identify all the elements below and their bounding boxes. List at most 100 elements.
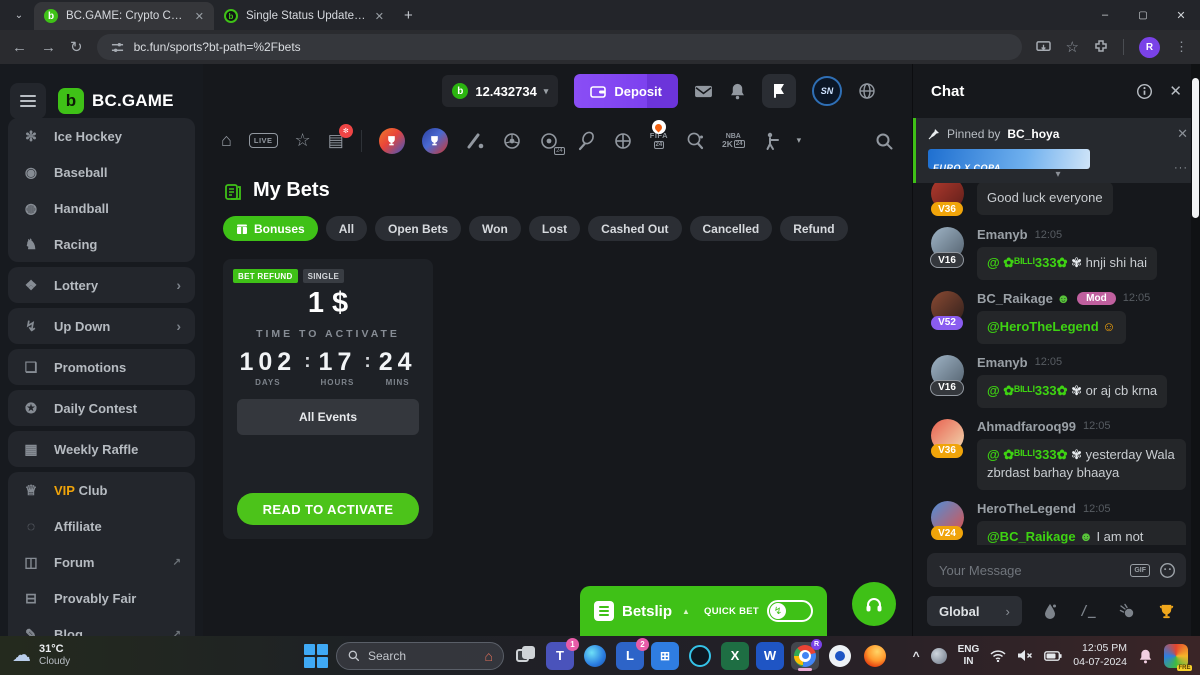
cricket-icon[interactable] <box>465 131 485 151</box>
pinned-more-icon[interactable]: ··· <box>1174 162 1188 174</box>
bcgame-logo[interactable]: b BC.GAME <box>58 88 174 114</box>
taskbar-weather-widget[interactable]: ☁ 31°CCloudy <box>0 643 82 668</box>
filter-bonuses[interactable]: Bonuses <box>223 216 318 241</box>
tray-chevron-icon[interactable]: ^ <box>913 649 920 663</box>
eye-app-icon[interactable] <box>826 642 854 670</box>
restore-button[interactable]: ▢ <box>1124 0 1162 30</box>
quick-bet-toggle[interactable]: ↯ <box>767 600 813 622</box>
copa-tournament-icon[interactable] <box>422 128 448 154</box>
trophy-icon[interactable] <box>1158 603 1175 620</box>
onedrive-icon[interactable] <box>931 648 947 664</box>
sidebar-item-lottery[interactable]: ❖Lottery› <box>8 267 195 303</box>
minimize-button[interactable]: – <box>1086 0 1124 30</box>
balance-selector[interactable]: b 12.432734 ▾ <box>442 75 558 107</box>
live-icon[interactable]: LIVE <box>249 133 278 148</box>
sidebar-item-weekly-raffle[interactable]: ▦Weekly Raffle <box>8 431 195 467</box>
filter-cashed-out[interactable]: Cashed Out <box>588 216 681 241</box>
reload-button[interactable]: ↻ <box>70 38 83 56</box>
firefox-app-icon[interactable] <box>861 642 889 670</box>
mention[interactable]: @ ✿ᴮᴵᴸᴸᴵ333✿ <box>987 255 1071 270</box>
chat-username[interactable]: BC_Raikage ☻ <box>977 291 1070 306</box>
mail-icon[interactable] <box>694 84 713 99</box>
sidebar-item-racing[interactable]: ♞Racing <box>8 226 195 262</box>
support-button[interactable] <box>852 582 896 626</box>
deposit-button[interactable]: Deposit <box>574 74 678 108</box>
pinned-message[interactable]: Pinned by BC_hoya ✕ EURO X COPA ··· ▾ <box>913 118 1200 183</box>
coco-meteor-icon[interactable] <box>1119 603 1135 619</box>
browser-menu-icon[interactable]: ⋮ <box>1175 39 1188 55</box>
store-app-icon[interactable]: ⊞ <box>651 642 679 670</box>
gif-icon[interactable]: GIF <box>1130 564 1150 577</box>
all-events-button[interactable]: All Events <box>237 399 419 435</box>
chrome-app-icon[interactable]: R <box>791 642 819 670</box>
mention[interactable]: @ ✿ᴮᴵᴸᴸᴵ333✿ <box>987 383 1071 398</box>
sidebar-item-forum[interactable]: ◫Forum↗ <box>8 544 195 580</box>
sidebar-item-promotions[interactable]: ❏Promotions <box>8 349 195 385</box>
filter-cancelled[interactable]: Cancelled <box>690 216 773 241</box>
sidebar-item-ice-hockey[interactable]: ✼Ice Hockey <box>8 118 195 154</box>
cast-save-icon[interactable] <box>1036 41 1051 54</box>
hamburger-menu-button[interactable] <box>10 83 46 119</box>
alexa-app-icon[interactable] <box>686 642 714 670</box>
notification-bell-icon[interactable] <box>1138 648 1153 664</box>
activate-button[interactable]: READ TO ACTIVATE <box>237 493 419 525</box>
extensions-icon[interactable] <box>1094 40 1108 54</box>
page-scrollbar[interactable] <box>1191 64 1200 636</box>
filter-lost[interactable]: Lost <box>529 216 580 241</box>
browser-tab-1[interactable]: b BC.GAME: Crypto Casino Games ✕ <box>34 2 214 30</box>
url-bar[interactable]: bc.fun/sports?bt-path=%2Fbets <box>97 34 1022 60</box>
language-globe-icon[interactable] <box>858 82 876 100</box>
pinned-expand-chevron-icon[interactable]: ▾ <box>928 169 1188 181</box>
tab-search-chevron-icon[interactable]: ⌄ <box>8 4 30 26</box>
sidebar-item-affiliate[interactable]: ◌Affiliate <box>8 508 195 544</box>
start-button[interactable] <box>303 643 329 669</box>
bcd-flag-icon[interactable] <box>762 74 796 108</box>
bookmark-star-icon[interactable]: ☆ <box>1066 38 1079 56</box>
chat-username[interactable]: HeroTheLegend <box>977 501 1076 516</box>
tab-close-icon[interactable]: ✕ <box>195 10 204 23</box>
task-view-button[interactable] <box>511 642 539 670</box>
sidebar-item-blog[interactable]: ✎Blog↗ <box>8 616 195 636</box>
chat-commands-icon[interactable]: /_ <box>1080 604 1096 619</box>
word-app-icon[interactable]: W <box>756 642 784 670</box>
copilot-fre-icon[interactable]: FRE <box>1164 644 1188 668</box>
chat-username[interactable]: Emanyb <box>977 227 1028 242</box>
chat-username[interactable]: Ahmadfarooq99 <box>977 419 1076 434</box>
tennis-icon[interactable] <box>576 131 596 151</box>
sports-more-chevron-icon[interactable]: ▾ <box>797 135 802 146</box>
mention[interactable]: @HeroTheLegend <box>987 319 1102 334</box>
favorites-star-icon[interactable]: ☆ <box>295 130 311 151</box>
back-button[interactable]: ← <box>12 39 27 56</box>
search-icon[interactable] <box>874 131 894 151</box>
counter-strike-icon[interactable] <box>762 131 780 151</box>
excel-app-icon[interactable]: X <box>721 642 749 670</box>
taskbar-clock[interactable]: 12:05 PM04-07-2024 <box>1073 642 1127 669</box>
new-tab-button[interactable]: + <box>404 7 413 24</box>
tab-close-icon[interactable]: ✕ <box>375 10 384 23</box>
language-indicator[interactable]: ENGIN <box>958 644 980 667</box>
home-icon[interactable]: ⌂ <box>221 130 232 151</box>
chat-channel-selector[interactable]: Global › <box>927 596 1022 626</box>
filter-won[interactable]: Won <box>469 216 521 241</box>
teams-app-icon[interactable]: T1 <box>546 642 574 670</box>
chat-input-box[interactable]: GIF <box>927 553 1186 587</box>
sidebar-item-handball[interactable]: ◍Handball <box>8 190 195 226</box>
table-tennis-icon[interactable] <box>685 131 705 151</box>
soccer-icon[interactable] <box>502 131 522 151</box>
pinned-close-icon[interactable]: ✕ <box>1177 126 1188 142</box>
sidebar-item-vip-club[interactable]: ♕VIP Club <box>8 472 195 508</box>
volume-muted-icon[interactable] <box>1017 649 1033 662</box>
chat-info-icon[interactable] <box>1136 83 1153 100</box>
notifications-bell-icon[interactable] <box>729 82 746 100</box>
filter-refund[interactable]: Refund <box>780 216 847 241</box>
euro-tournament-icon[interactable] <box>379 128 405 154</box>
chat-input[interactable] <box>937 562 1121 579</box>
fifa-icon[interactable]: FIFA 24 <box>650 132 668 149</box>
browser-profile-avatar[interactable]: R <box>1139 37 1160 58</box>
basketball-icon[interactable] <box>613 131 633 151</box>
pinned-banner-image[interactable]: EURO X COPA <box>928 149 1090 169</box>
nba2k-icon[interactable]: NBA 2K24 <box>722 133 745 149</box>
soccer-24-icon[interactable]: 24 <box>539 131 559 151</box>
battery-icon[interactable] <box>1044 651 1062 661</box>
user-avatar[interactable]: SN <box>812 76 842 106</box>
